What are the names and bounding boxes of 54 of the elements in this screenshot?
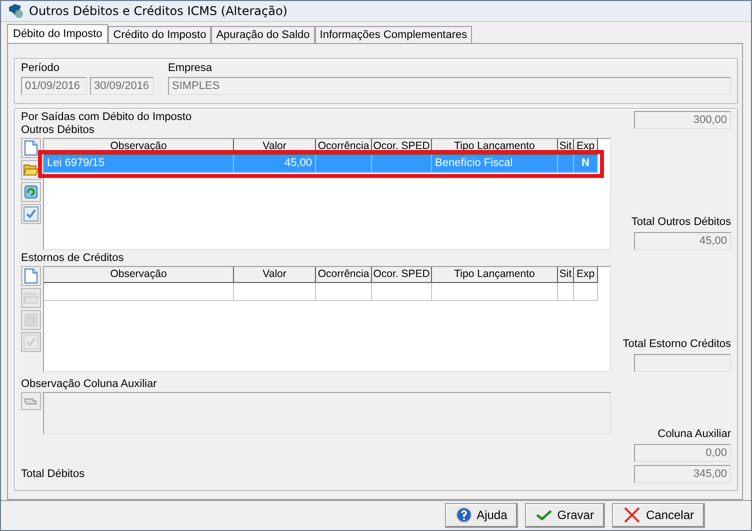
table-cell: Benefício Fiscal xyxy=(435,156,513,169)
field-label: Período xyxy=(21,62,61,75)
save-button[interactable]: Gravar xyxy=(525,502,605,528)
memo-label: Observação Coluna Auxiliar xyxy=(21,378,158,391)
column-header[interactable]: Tipo Lançamento xyxy=(432,266,558,283)
company-field[interactable]: SIMPLES xyxy=(168,76,731,95)
total-label: Coluna Auxiliar xyxy=(658,428,731,441)
tab[interactable]: Apuração do Saldo xyxy=(211,26,315,43)
table-cell: Lei 6979/15 xyxy=(47,156,104,169)
tab[interactable]: Crédito do Imposto xyxy=(108,26,212,43)
column-header[interactable]: Valor xyxy=(234,266,316,283)
close-icon xyxy=(622,506,641,524)
total-field: 345,00 xyxy=(634,464,731,483)
total-label: Total Débitos xyxy=(21,468,86,482)
end-date-field[interactable]: 30/09/2016 xyxy=(90,76,154,95)
total-label: Total Outros Débitos xyxy=(631,216,731,229)
help-button[interactable]: Ajuda xyxy=(444,502,518,528)
window-title: Outros Débitos e Créditos ICMS (Alteração) xyxy=(29,4,288,18)
memo-field[interactable] xyxy=(43,392,611,434)
grid-label: Estornos de Créditos xyxy=(21,252,125,265)
toolbar-button[interactable] xyxy=(21,204,41,224)
cancel-button[interactable]: Cancelar xyxy=(612,502,705,528)
document-icon xyxy=(24,268,38,284)
total-field: 0,00 xyxy=(634,444,731,462)
toolbar-button[interactable] xyxy=(21,392,41,410)
refresh-icon xyxy=(23,312,39,328)
column-header[interactable]: Ocorrência xyxy=(316,266,372,283)
column-header[interactable]: Exp xyxy=(574,266,598,283)
table-cell: 45,00 xyxy=(284,156,312,169)
total-label: Total Estorno Créditos xyxy=(622,338,731,351)
toolbar-button[interactable] xyxy=(21,266,41,286)
column-header[interactable]: Ocor. SPED xyxy=(372,266,432,283)
tab[interactable]: Débito do Imposto xyxy=(7,24,108,43)
folder-icon xyxy=(23,163,39,176)
toolbar-button[interactable] xyxy=(21,138,41,158)
table-cell: N xyxy=(582,156,590,169)
total-field: 45,00 xyxy=(634,232,731,250)
help-icon xyxy=(456,507,472,524)
checkbox-icon xyxy=(23,334,39,350)
grid-label: Outros Débitos xyxy=(21,124,96,137)
refresh-icon xyxy=(23,184,39,200)
section-title: Por Saídas com Débito do Imposto xyxy=(21,110,193,124)
checkmark-icon xyxy=(536,509,552,522)
column-header[interactable]: Sit xyxy=(558,266,574,283)
field-label: Empresa xyxy=(168,62,214,75)
tab[interactable]: Informações Complementares xyxy=(314,26,472,43)
empty-row[interactable] xyxy=(44,282,598,301)
checkbox-icon xyxy=(23,206,39,222)
folder-icon xyxy=(23,291,39,304)
start-date-field[interactable]: 01/09/2016 xyxy=(21,76,87,95)
column-header[interactable]: Observação xyxy=(44,266,234,283)
total-field: 300,00 xyxy=(634,110,731,129)
toolbar-button[interactable] xyxy=(21,182,41,202)
document-icon xyxy=(24,140,38,156)
